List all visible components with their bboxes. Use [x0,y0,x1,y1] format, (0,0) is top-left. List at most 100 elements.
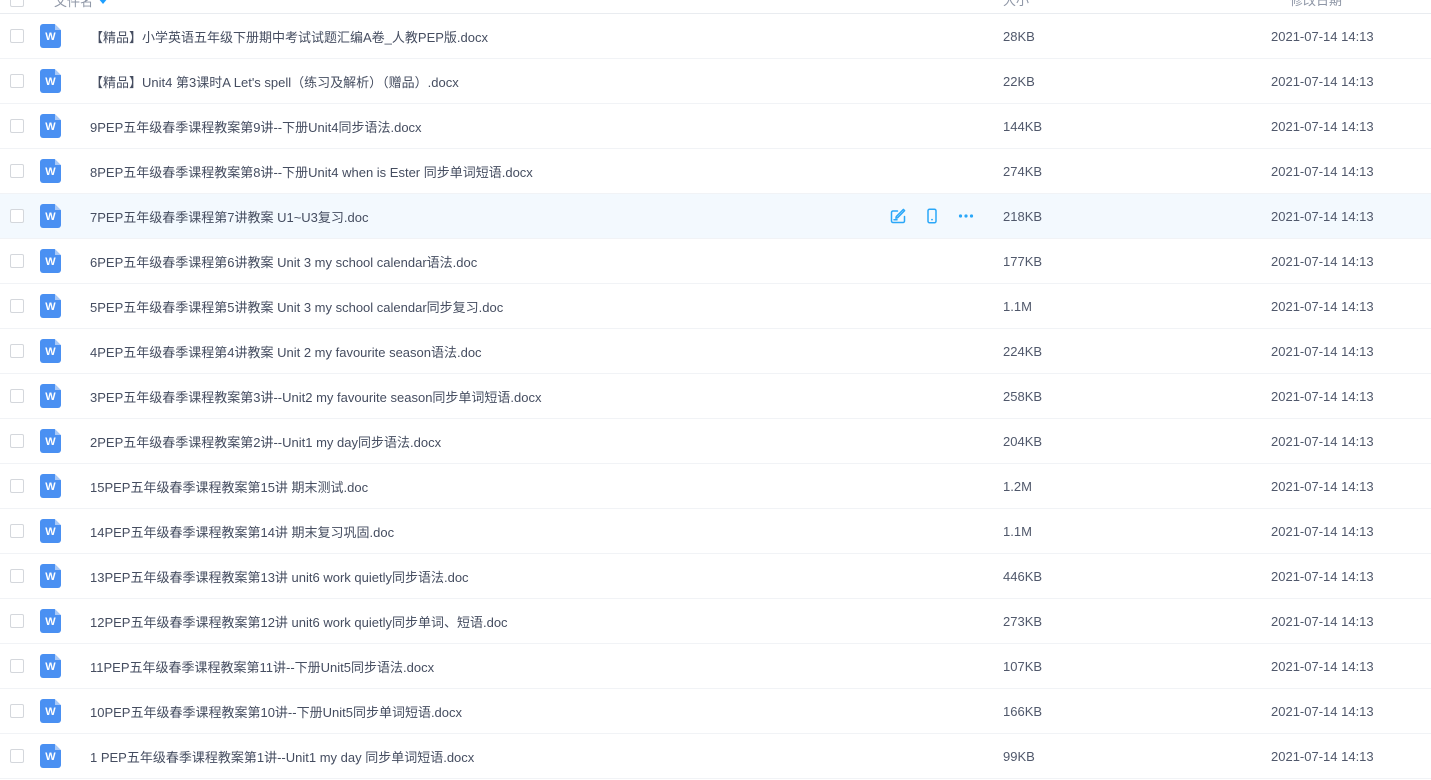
file-name-link[interactable]: 12PEP五年级春季课程教案第12讲 unit6 work quietly同步单… [90,612,508,631]
file-name-link[interactable]: 1 PEP五年级春季课程教案第1讲--Unit1 my day 同步单词短语.d… [90,747,474,766]
table-row[interactable]: W 13PEP五年级春季课程教案第13讲 unit6 work quietly同… [0,554,1431,599]
table-row[interactable]: W 14PEP五年级春季课程教案第14讲 期末复习巩固.doc [0,509,1431,554]
word-icon-letter: W [40,339,61,363]
file-name-link[interactable]: 3PEP五年级春季课程教案第3讲--Unit2 my favourite sea… [90,387,542,406]
word-document-icon: W [40,564,61,588]
file-name-link[interactable]: 15PEP五年级春季课程教案第15讲 期末测试.doc [90,477,368,496]
file-name-link[interactable]: 4PEP五年级春季课程第4讲教案 Unit 2 my favourite sea… [90,342,482,361]
word-document-icon: W [40,474,61,498]
table-row[interactable]: W 【精品】Unit4 第3课时A Let's spell（练习及解析）（赠品）… [0,59,1431,104]
word-document-icon: W [40,69,61,93]
row-checkbox[interactable] [10,704,24,718]
word-document-icon: W [40,609,61,633]
file-name-link[interactable]: 10PEP五年级春季课程教案第10讲--下册Unit5同步单词短语.docx [90,702,462,721]
column-header-filename[interactable]: 文件名 [54,0,93,10]
row-hover-actions [888,206,976,226]
file-size: 1.1M [1003,299,1271,314]
word-icon-letter: W [40,249,61,273]
row-checkbox[interactable] [10,119,24,133]
table-row[interactable]: W 3PEP五年级春季课程教案第3讲--Unit2 my favourite s… [0,374,1431,419]
file-name-link[interactable]: 14PEP五年级春季课程教案第14讲 期末复习巩固.doc [90,522,394,541]
row-checkbox[interactable] [10,659,24,673]
rename-edit-icon[interactable] [888,206,908,226]
more-actions-ellipsis-icon[interactable] [956,206,976,226]
file-size: 446KB [1003,569,1271,584]
table-row[interactable]: W 5PEP五年级春季课程第5讲教案 Unit 3 my school cale… [0,284,1431,329]
file-name-link[interactable]: 8PEP五年级春季课程教案第8讲--下册Unit4 when is Ester … [90,162,533,181]
word-document-icon: W [40,384,61,408]
word-icon-letter: W [40,384,61,408]
row-checkbox[interactable] [10,749,24,763]
file-modified-date: 2021-07-14 14:13 [1271,254,1431,269]
table-row[interactable]: W 1 PEP五年级春季课程教案第1讲--Unit1 my day 同步单词短语… [0,734,1431,779]
file-size: 107KB [1003,659,1271,674]
file-modified-date: 2021-07-14 14:13 [1271,524,1431,539]
file-name-link[interactable]: 13PEP五年级春季课程教案第13讲 unit6 work quietly同步语… [90,567,469,586]
file-modified-date: 2021-07-14 14:13 [1271,434,1431,449]
file-size: 177KB [1003,254,1271,269]
row-checkbox[interactable] [10,524,24,538]
row-checkbox[interactable] [10,614,24,628]
word-icon-letter: W [40,69,61,93]
file-modified-date: 2021-07-14 14:13 [1271,299,1431,314]
row-checkbox[interactable] [10,164,24,178]
table-row[interactable]: W 8PEP五年级春季课程教案第8讲--下册Unit4 when is Este… [0,149,1431,194]
row-checkbox[interactable] [10,254,24,268]
file-name-link[interactable]: 6PEP五年级春季课程第6讲教案 Unit 3 my school calend… [90,252,477,271]
word-icon-letter: W [40,24,61,48]
row-checkbox[interactable] [10,344,24,358]
file-modified-date: 2021-07-14 14:13 [1271,29,1431,44]
file-size: 1.1M [1003,524,1271,539]
row-checkbox[interactable] [10,74,24,88]
row-checkbox[interactable] [10,569,24,583]
row-checkbox[interactable] [10,299,24,313]
file-table-header: 文件名 大小 修改日期 [0,0,1431,14]
file-size: 273KB [1003,614,1271,629]
table-row[interactable]: W 【精品】小学英语五年级下册期中考试试题汇编A卷_人教PEP版.docx [0,14,1431,59]
table-row[interactable]: W 15PEP五年级春季课程教案第15讲 期末测试.doc [0,464,1431,509]
table-row[interactable]: W 4PEP五年级春季课程第4讲教案 Unit 2 my favourite s… [0,329,1431,374]
file-size: 99KB [1003,749,1271,764]
table-row[interactable]: W 7PEP五年级春季课程第7讲教案 U1~U3复习.doc [0,194,1431,239]
word-icon-letter: W [40,294,61,318]
column-header-size[interactable]: 大小 [1003,0,1029,8]
row-checkbox[interactable] [10,434,24,448]
word-icon-letter: W [40,564,61,588]
file-size: 1.2M [1003,479,1271,494]
file-name-link[interactable]: 【精品】Unit4 第3课时A Let's spell（练习及解析）（赠品）.d… [90,72,459,91]
word-document-icon: W [40,114,61,138]
row-checkbox[interactable] [10,29,24,43]
row-checkbox[interactable] [10,209,24,223]
file-modified-date: 2021-07-14 14:13 [1271,659,1431,674]
file-name-link[interactable]: 9PEP五年级春季课程教案第9讲--下册Unit4同步语法.docx [90,117,422,136]
table-row[interactable]: W 11PEP五年级春季课程教案第11讲--下册Unit5同步语法.docx [0,644,1431,689]
file-modified-date: 2021-07-14 14:13 [1271,614,1431,629]
file-modified-date: 2021-07-14 14:13 [1271,344,1431,359]
row-checkbox[interactable] [10,479,24,493]
word-document-icon: W [40,294,61,318]
file-name-link[interactable]: 2PEP五年级春季课程教案第2讲--Unit1 my day同步语法.docx [90,432,441,451]
file-size: 218KB [1003,209,1271,224]
file-name-link[interactable]: 5PEP五年级春季课程第5讲教案 Unit 3 my school calend… [90,297,503,316]
file-name-link[interactable]: 7PEP五年级春季课程第7讲教案 U1~U3复习.doc [90,207,369,226]
file-modified-date: 2021-07-14 14:13 [1271,209,1431,224]
select-all-checkbox[interactable] [10,0,24,7]
table-row[interactable]: W 12PEP五年级春季课程教案第12讲 unit6 work quietly同… [0,599,1431,644]
row-checkbox[interactable] [10,389,24,403]
file-modified-date: 2021-07-14 14:13 [1271,704,1431,719]
file-size: 258KB [1003,389,1271,404]
table-row[interactable]: W 9PEP五年级春季课程教案第9讲--下册Unit4同步语法.docx [0,104,1431,149]
sort-caret-down-icon[interactable] [98,0,108,4]
file-name-link[interactable]: 【精品】小学英语五年级下册期中考试试题汇编A卷_人教PEP版.docx [90,27,488,46]
file-name-link[interactable]: 11PEP五年级春季课程教案第11讲--下册Unit5同步语法.docx [90,657,434,676]
word-icon-letter: W [40,699,61,723]
table-row[interactable]: W 6PEP五年级春季课程第6讲教案 Unit 3 my school cale… [0,239,1431,284]
word-icon-letter: W [40,474,61,498]
column-header-modified-date[interactable]: 修改日期 [1290,0,1342,8]
table-row[interactable]: W 2PEP五年级春季课程教案第2讲--Unit1 my day同步语法.doc… [0,419,1431,464]
word-icon-letter: W [40,114,61,138]
file-size: 274KB [1003,164,1271,179]
file-size: 144KB [1003,119,1271,134]
send-to-phone-icon[interactable] [922,206,942,226]
table-row[interactable]: W 10PEP五年级春季课程教案第10讲--下册Unit5同步单词短语.docx [0,689,1431,734]
